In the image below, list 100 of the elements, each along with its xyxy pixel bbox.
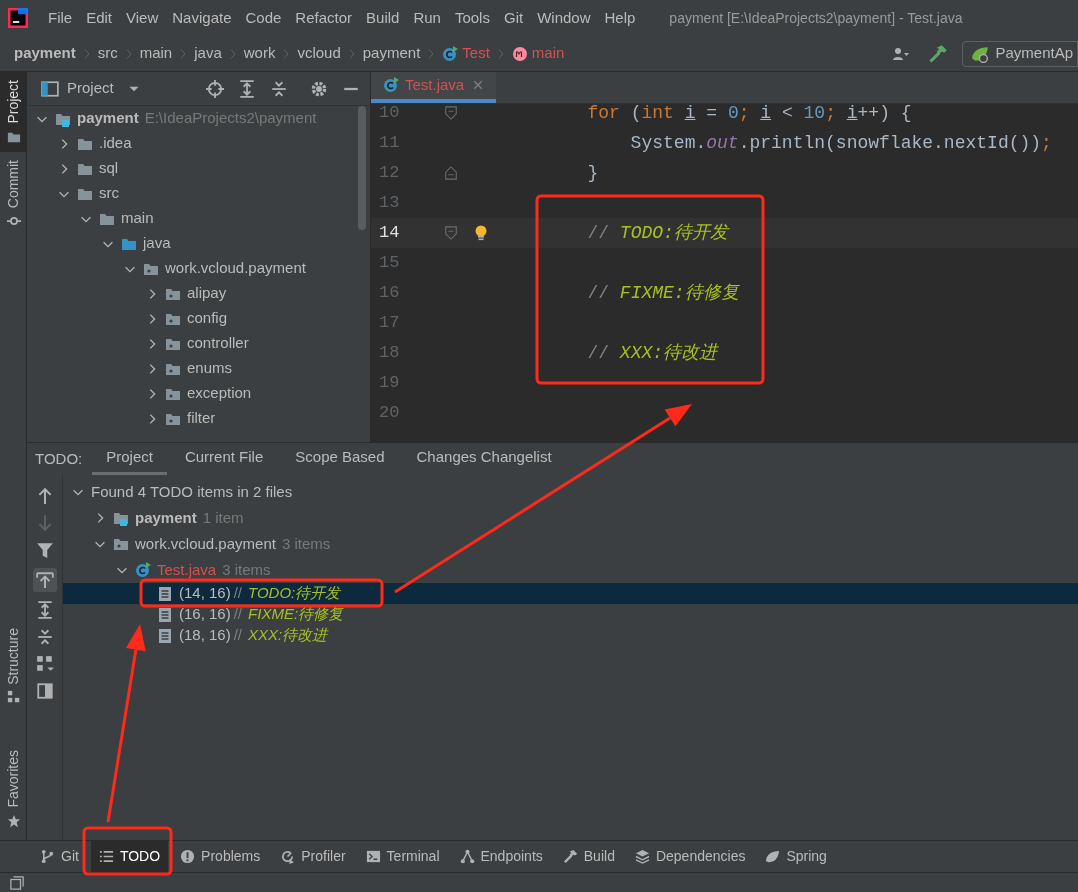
branch-icon (40, 849, 55, 864)
tool-window-button[interactable]: Build (554, 841, 623, 872)
todo-item[interactable]: (16, 16) // FIXME:待修复 (63, 604, 1078, 625)
todo-item[interactable]: (14, 16) // TODO:待开发 (63, 583, 1078, 604)
tool-window-tab[interactable]: Structure (0, 619, 27, 713)
tree-item[interactable]: enums (187, 357, 233, 380)
tab[interactable]: Changes Changelist (402, 443, 566, 475)
todo-text: TODO:待开发 (248, 583, 341, 604)
tree-item[interactable]: filter (187, 407, 216, 430)
tool-window-button[interactable]: Dependencies (626, 841, 754, 872)
fold-marker-icon[interactable] (444, 226, 458, 240)
app-logo-icon[interactable] (8, 8, 28, 28)
tree-item[interactable]: main (121, 207, 154, 230)
star-icon (6, 814, 21, 828)
tab[interactable]: Scope Based (281, 443, 399, 475)
tree-item[interactable]: .idea (99, 132, 132, 155)
tree-item[interactable]: work.vcloud.payment (135, 532, 276, 556)
menu-item[interactable]: Window (533, 6, 595, 30)
autoscroll-icon[interactable] (35, 571, 54, 589)
panel-title: TODO: (35, 448, 83, 469)
layout-toggle-icon[interactable] (10, 875, 24, 890)
expand-all-icon[interactable] (35, 601, 54, 619)
leaf-icon (765, 849, 781, 864)
document-icon (157, 585, 173, 602)
preview-panel-icon[interactable] (35, 682, 54, 700)
run-configuration-dropdown[interactable]: PaymentAp (962, 40, 1078, 67)
tool-window-button[interactable]: Endpoints (451, 841, 551, 872)
nodes-icon (459, 849, 475, 864)
collapse-all-icon[interactable] (35, 628, 54, 646)
menu-item[interactable]: Build (362, 6, 404, 30)
code-line: // XXX:待改进 (586, 341, 718, 365)
close-icon[interactable] (472, 79, 485, 91)
breadcrumb-item[interactable]: payment (14, 42, 76, 65)
lightbulb-icon[interactable] (473, 224, 489, 242)
breadcrumb-item[interactable]: payment (362, 42, 421, 65)
comment-marker: // (233, 625, 243, 646)
line-number: 11 (378, 132, 401, 155)
target-icon[interactable] (206, 79, 224, 98)
breadcrumb-item[interactable]: work (243, 42, 276, 65)
tool-window-button[interactable]: Terminal (357, 841, 448, 872)
menu-item[interactable]: File (44, 6, 77, 30)
fold-marker-icon[interactable] (444, 106, 458, 120)
tree-item[interactable]: alipay (187, 282, 227, 305)
tree-item[interactable]: exception (187, 382, 252, 405)
terminal-icon (365, 849, 381, 864)
menu-item[interactable]: Edit (82, 6, 117, 30)
tool-window-tab[interactable]: Project (0, 72, 27, 152)
tree-item[interactable]: src (99, 182, 119, 205)
menu-item[interactable]: Help (600, 6, 640, 30)
tree-item[interactable]: payment (135, 506, 197, 530)
menu-item[interactable]: Tools (450, 6, 494, 30)
hammer-icon[interactable] (928, 43, 949, 64)
settings-icon[interactable] (310, 79, 328, 98)
menu-item[interactable]: Git (499, 6, 528, 30)
class-icon (383, 77, 399, 93)
tree-item[interactable]: work.vcloud.payment (165, 257, 306, 280)
tool-window-button[interactable]: Spring (757, 841, 835, 872)
tree-item[interactable]: java (143, 232, 171, 255)
tree-item[interactable]: controller (187, 332, 249, 355)
package-icon (113, 536, 129, 552)
todo-item[interactable]: (18, 16) // XXX:待改进 (63, 625, 1078, 646)
position-label: (14, 16) (179, 583, 231, 604)
filter-icon[interactable] (35, 541, 54, 559)
scrollbar[interactable] (358, 106, 366, 230)
group-by-icon[interactable] (35, 655, 54, 673)
position-label: (18, 16) (179, 625, 231, 646)
tree-item[interactable]: sql (99, 157, 119, 180)
tool-window-tab[interactable]: Favorites (0, 742, 27, 836)
code-line: } (586, 161, 599, 185)
tab[interactable]: Current File (170, 443, 278, 475)
breadcrumb-item[interactable]: java (194, 42, 222, 65)
code-line: // FIXME:待修复 (586, 281, 739, 305)
menu-item[interactable]: Run (409, 6, 445, 30)
class-icon (442, 45, 459, 62)
line-number: 14 (378, 222, 401, 245)
tree-item[interactable]: config (187, 307, 228, 330)
view-selector-dropdown[interactable]: Project (41, 77, 140, 100)
tool-window-button[interactable]: Git (32, 841, 87, 872)
tree-item[interactable]: Found 4 TODO items in 2 files (91, 480, 293, 504)
line-number: 10 (378, 102, 401, 125)
code-line: for (int i = 0; i < 10; i++) { (586, 101, 912, 125)
menu-item[interactable]: Code (241, 6, 286, 30)
tree-item[interactable]: payment (77, 107, 139, 130)
line-number: 20 (378, 402, 401, 425)
tool-window-button[interactable]: Profiler (272, 841, 354, 872)
expand-all-icon[interactable] (238, 79, 256, 98)
menu-item[interactable]: Refactor (291, 6, 357, 30)
breadcrumb-item[interactable]: vcloud (297, 42, 341, 65)
collapse-all-icon[interactable] (270, 79, 288, 98)
tool-window-tab[interactable]: Commit (0, 151, 27, 236)
line-number: 17 (378, 312, 401, 335)
hammer-icon (562, 849, 578, 864)
menu-item[interactable]: View (122, 6, 163, 30)
menu-item[interactable]: Navigate (168, 6, 236, 30)
tab[interactable]: Project (92, 443, 167, 475)
fold-marker-icon[interactable] (444, 166, 458, 180)
breadcrumb-item[interactable]: src (97, 42, 118, 65)
breadcrumb-item[interactable]: main (139, 42, 173, 65)
tool-window-button[interactable]: Problems (172, 841, 269, 872)
tool-window-button[interactable]: TODO (90, 841, 169, 872)
